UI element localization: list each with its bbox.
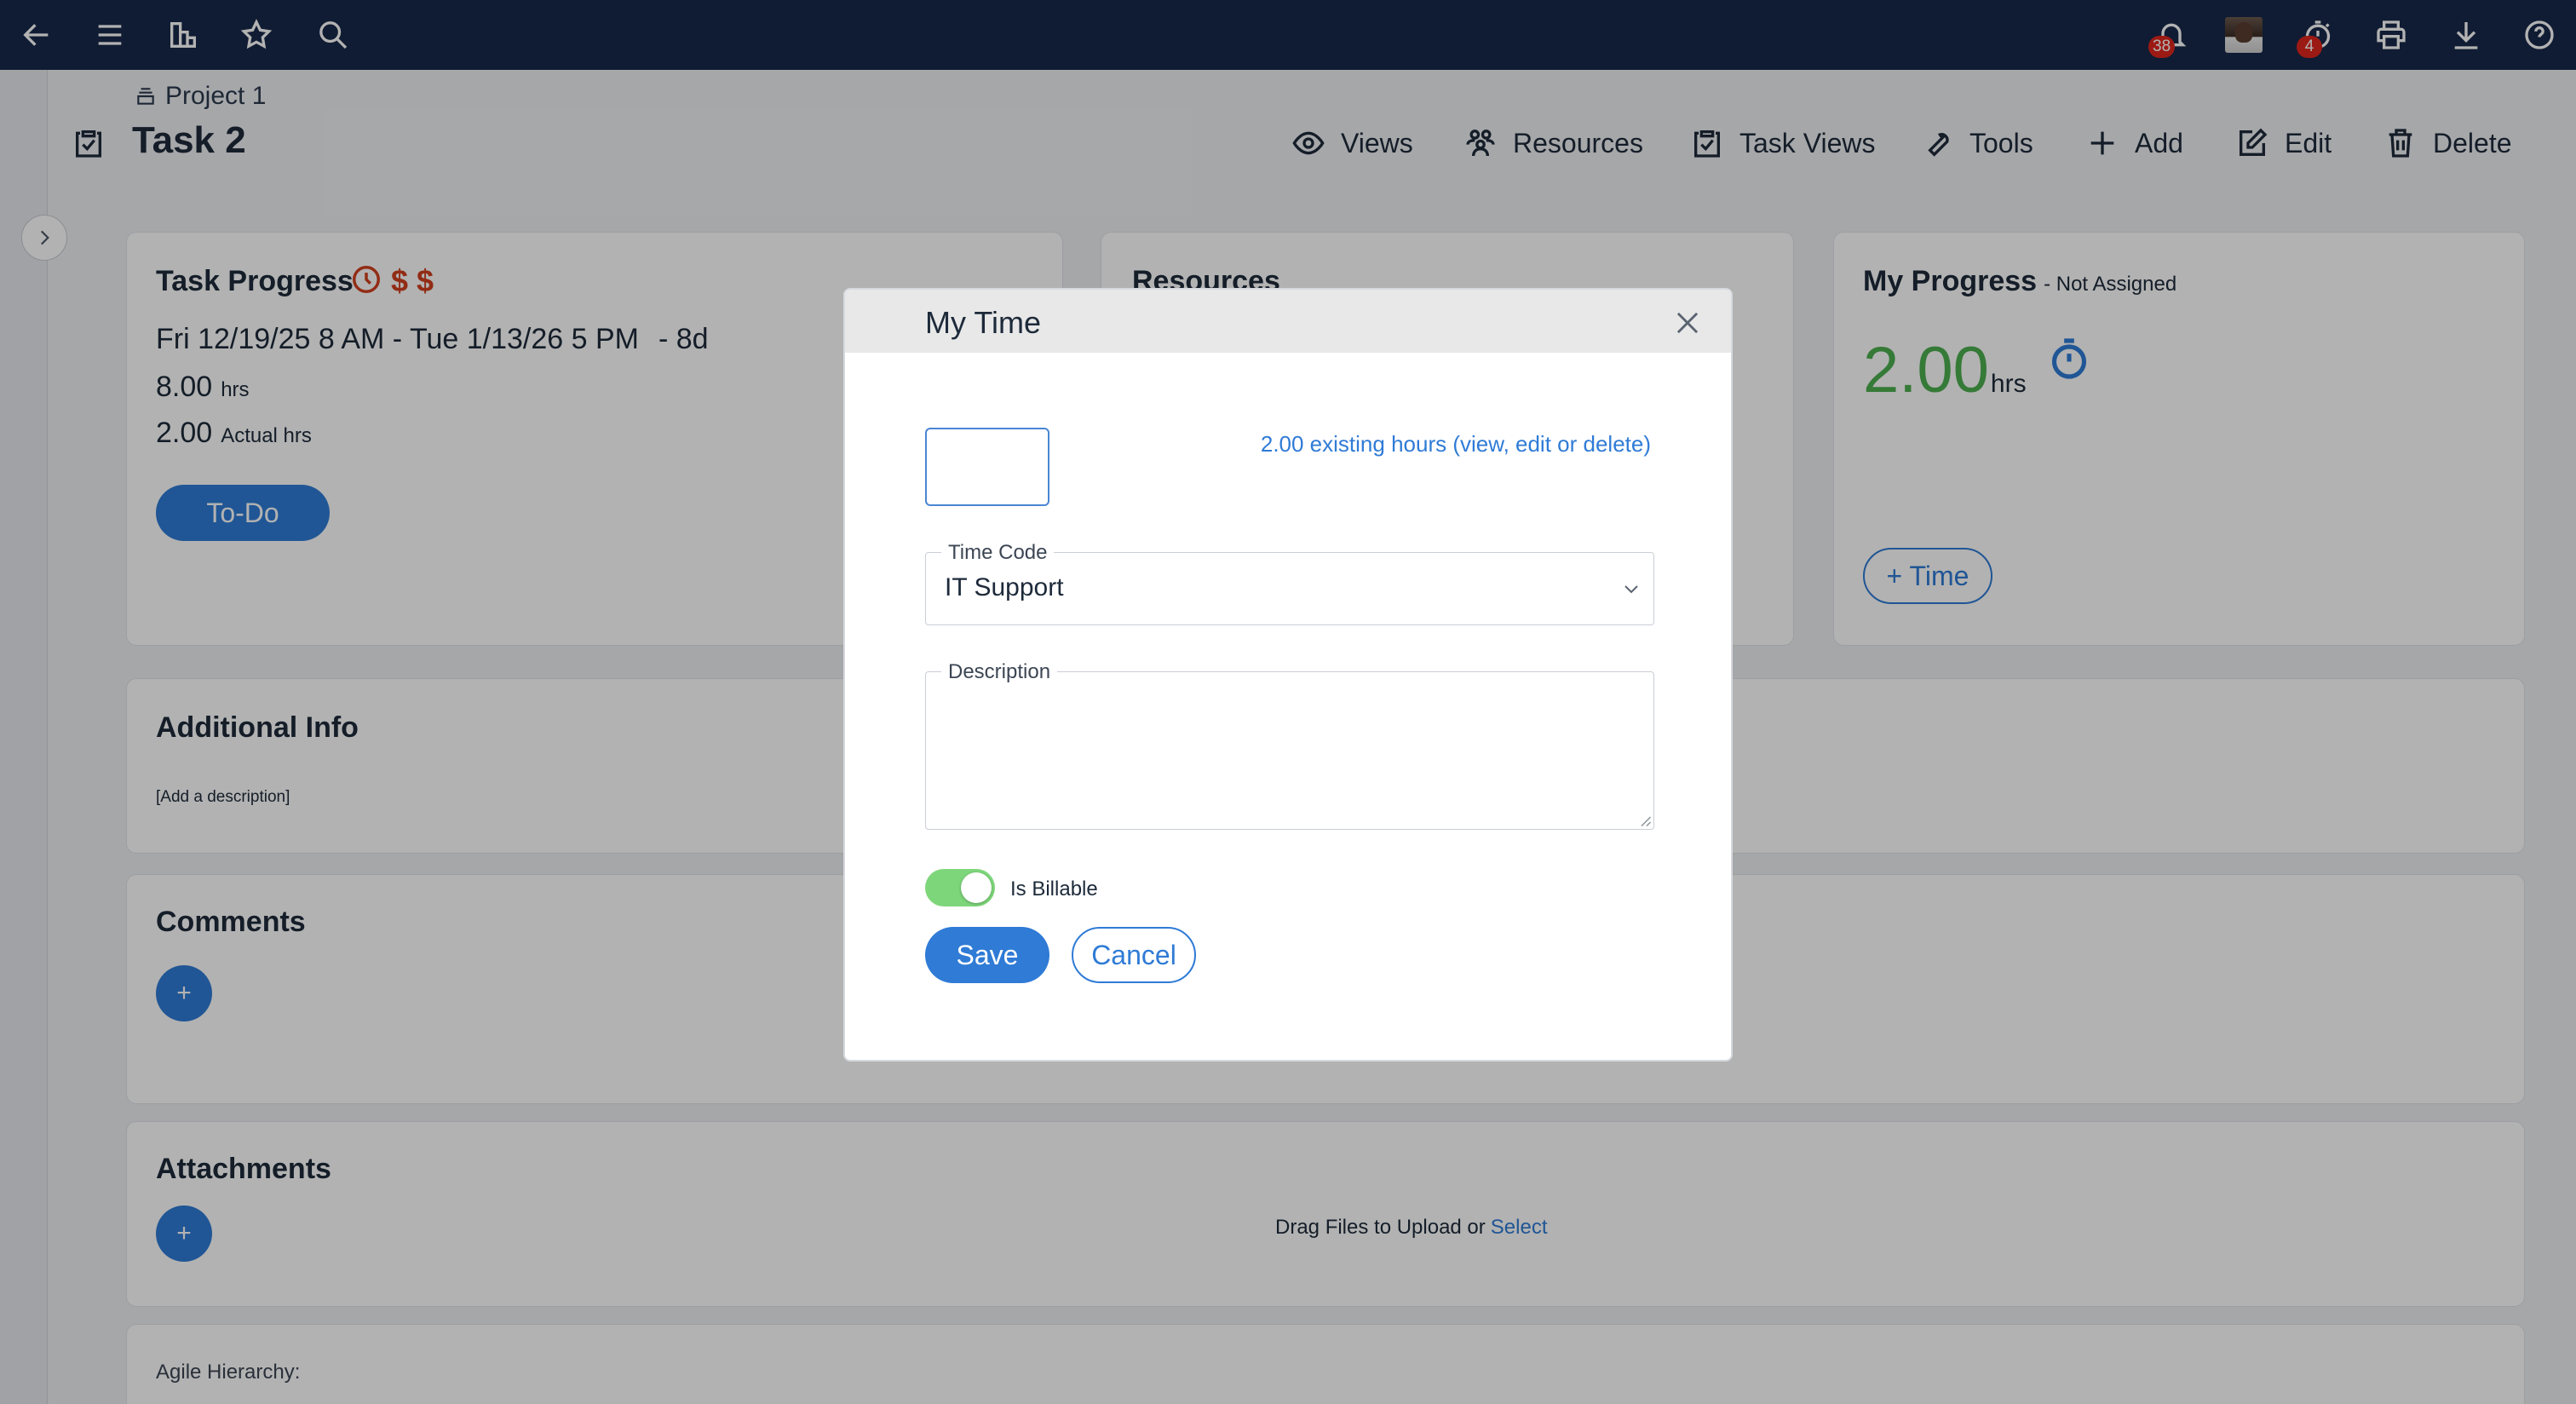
- description-textarea[interactable]: Description: [925, 660, 1654, 830]
- cancel-button[interactable]: Cancel: [1072, 927, 1196, 983]
- is-billable-label: Is Billable: [1010, 878, 1098, 901]
- is-billable-toggle[interactable]: [925, 869, 995, 906]
- chevron-down-icon: [1624, 585, 1638, 594]
- modal-title: My Time: [925, 305, 1042, 340]
- existing-hours-link[interactable]: 2.00 existing hours (view, edit or delet…: [1261, 431, 1651, 457]
- modal-header: My Time: [845, 290, 1731, 353]
- close-icon[interactable]: [1671, 307, 1704, 339]
- hours-input[interactable]: [925, 428, 1049, 506]
- time-code-select[interactable]: Time Code IT Support: [925, 541, 1654, 625]
- my-time-modal: My Time 2.00 existing hours (view, edit …: [843, 288, 1733, 1062]
- resize-handle-icon[interactable]: [1636, 812, 1652, 827]
- time-code-label: Time Code: [941, 541, 1055, 565]
- toggle-knob: [961, 872, 992, 903]
- time-code-value: IT Support: [945, 573, 1064, 601]
- save-button[interactable]: Save: [925, 927, 1049, 983]
- description-label: Description: [941, 660, 1058, 684]
